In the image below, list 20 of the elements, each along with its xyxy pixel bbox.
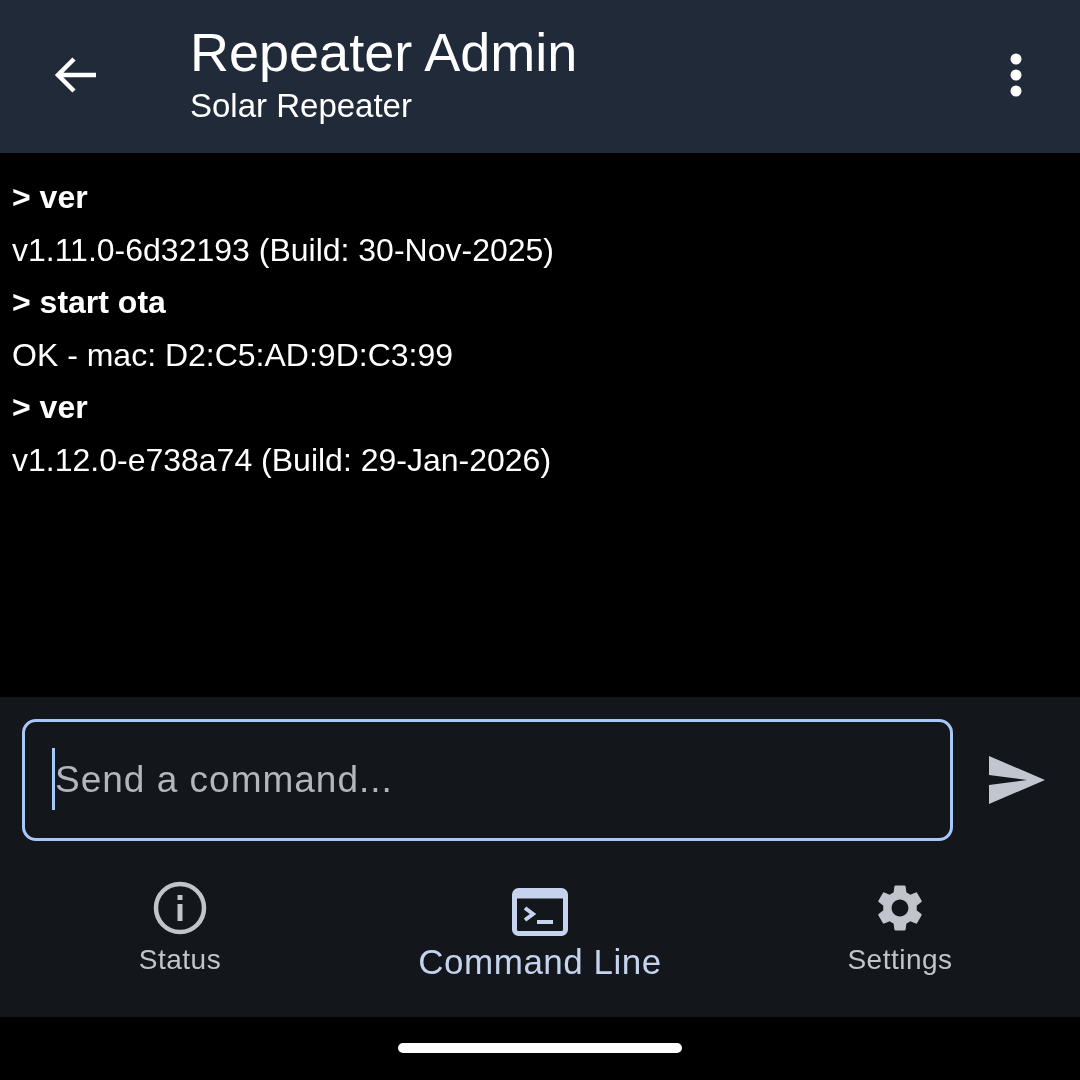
terminal-icon — [512, 888, 568, 936]
screen-subtitle: Solar Repeater — [190, 85, 413, 126]
send-button[interactable] — [989, 756, 1045, 804]
nav-tab[interactable]: Command Line — [360, 888, 720, 982]
send-icon — [989, 756, 1045, 804]
nav-tab[interactable]: Settings — [720, 880, 1080, 982]
output-line-text: OK - mac: D2:C5:AD:9D:C3:99 — [12, 335, 455, 375]
output-line-text: v1.11.0-6d32193 (Build: 30-Nov-2025) — [12, 230, 555, 270]
text-cursor — [52, 748, 55, 810]
back-arrow-icon — [52, 54, 98, 95]
command-input-field[interactable]: Send a command... — [22, 719, 953, 841]
command-line-text: > ver — [12, 178, 89, 217]
nav-tab[interactable]: Status — [0, 880, 360, 982]
output-line-text: v1.12.0-e738a74 (Build: 29-Jan-2026) — [12, 440, 553, 480]
command-line-text: > start ota — [12, 283, 167, 322]
info-icon — [152, 880, 208, 936]
more-vertical-icon — [1010, 52, 1022, 97]
command-line-text: > ver — [12, 388, 89, 427]
screen-title: Repeater Admin — [190, 20, 579, 84]
home-indicator[interactable] — [398, 1042, 682, 1053]
